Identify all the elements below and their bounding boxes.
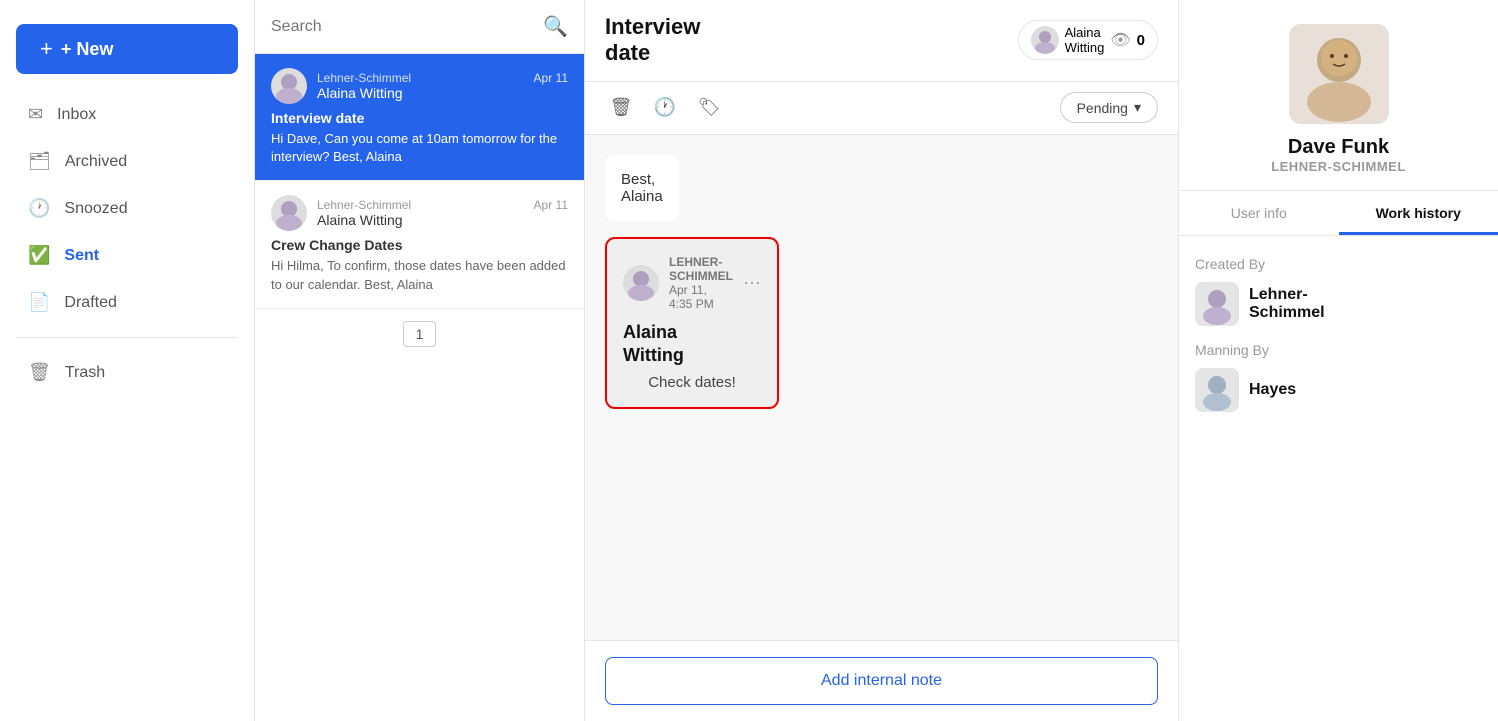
tab-user-info-label: User info <box>1231 205 1287 221</box>
tab-user-info[interactable]: User info <box>1179 191 1339 235</box>
status-button[interactable]: Pending ▾ <box>1060 92 1158 123</box>
msg-subject-2: Crew Change Dates <box>271 237 568 253</box>
sidebar-label-inbox: Inbox <box>57 106 96 124</box>
chevron-down-icon: ▾ <box>1134 99 1141 116</box>
msg-subject-1: Interview date <box>271 110 568 126</box>
sent-icon: ✅ <box>28 245 50 266</box>
manning-by-label: Manning By <box>1195 342 1482 358</box>
sidebar-item-inbox[interactable]: ✉ Inbox <box>8 92 246 137</box>
card-avatar <box>623 265 659 301</box>
main-content: Interviewdate AlainaWitting 👁 0 🗑 🕐 🏷 Pe… <box>585 0 1178 721</box>
msg-preview-2: Hi Hilma, To confirm, those dates have b… <box>271 257 568 293</box>
search-bar: 🔍 <box>255 0 584 54</box>
tabs-bar: User info Work history <box>1179 191 1498 236</box>
created-by-label: Created By <box>1195 256 1482 272</box>
msg-header-2: Lehner-Schimmel Apr 11 Alaina Witting <box>271 195 568 231</box>
msg-meta-1: Lehner-Schimmel Apr 11 Alaina Witting <box>317 71 568 101</box>
sidebar-label-sent: Sent <box>64 247 99 265</box>
sidebar-nav: ✉ Inbox 🗂 Archived 🕐 Snoozed ✅ Sent 📄 Dr… <box>0 90 254 397</box>
search-icon[interactable]: 🔍 <box>543 14 568 39</box>
compose-area: Add internal note <box>585 640 1178 721</box>
profile-company: LEHNER-SCHIMMEL <box>1271 159 1406 174</box>
message-card: LEHNER-SCHIMMEL Apr 11,4:35 PM ··· Alain… <box>605 237 779 409</box>
avatar-1 <box>271 68 307 104</box>
msg-header-1: Lehner-Schimmel Apr 11 Alaina Witting <box>271 68 568 104</box>
card-company: LEHNER-SCHIMMEL <box>669 255 733 283</box>
conversation-header: Interviewdate AlainaWitting 👁 0 <box>585 0 1178 82</box>
messages-area: Best,Alaina LEHNER-SCHIMMEL Apr 11,4:35 … <box>585 135 1178 640</box>
manning-by-user: Hayes <box>1195 368 1482 412</box>
watcher-count: 0 <box>1137 32 1145 49</box>
message-item-2[interactable]: Lehner-Schimmel Apr 11 Alaina Witting Cr… <box>255 181 584 308</box>
created-by-avatar <box>1195 282 1239 326</box>
created-by-user: Lehner-Schimmel <box>1195 282 1482 326</box>
conv-title-area: Interviewdate <box>605 14 700 67</box>
sidebar-item-archived[interactable]: 🗂 Archived <box>8 139 246 184</box>
tab-work-history[interactable]: Work history <box>1339 191 1498 235</box>
msg-sender-1: Alaina Witting <box>317 85 568 101</box>
sidebar-item-sent[interactable]: ✅ Sent <box>8 233 246 278</box>
watcher-avatar <box>1031 26 1059 54</box>
add-note-label: Add internal note <box>821 672 942 690</box>
new-button[interactable]: + + New <box>16 24 238 74</box>
created-by-name: Lehner-Schimmel <box>1249 286 1325 322</box>
manning-by-avatar <box>1195 368 1239 412</box>
card-meta: LEHNER-SCHIMMEL Apr 11,4:35 PM <box>669 255 733 311</box>
add-internal-note-button[interactable]: Add internal note <box>605 657 1158 705</box>
message-item-1[interactable]: Lehner-Schimmel Apr 11 Alaina Witting In… <box>255 54 584 181</box>
inbox-icon: ✉ <box>28 104 43 125</box>
drafted-icon: 📄 <box>28 292 50 313</box>
tab-work-history-label: Work history <box>1376 205 1461 221</box>
sidebar-label-snoozed: Snoozed <box>64 200 127 218</box>
archived-icon: 🗂 <box>28 151 51 172</box>
profile-avatar <box>1289 24 1389 124</box>
card-date: Apr 11,4:35 PM <box>669 283 733 311</box>
page-number[interactable]: 1 <box>403 321 437 347</box>
msg-sender-2: Alaina Witting <box>317 212 568 228</box>
msg-date-2: Apr 11 <box>534 198 568 212</box>
sidebar-item-drafted[interactable]: 📄 Drafted <box>8 280 246 325</box>
sidebar-item-trash[interactable]: 🗑 Trash <box>8 350 246 395</box>
msg-date-1: Apr 11 <box>534 71 568 85</box>
sidebar-item-snoozed[interactable]: 🕐 Snoozed <box>8 186 246 231</box>
card-options-icon[interactable]: ··· <box>743 272 761 293</box>
profile-section: Dave Funk LEHNER-SCHIMMEL <box>1179 0 1498 191</box>
card-name: AlainaWitting <box>623 321 761 368</box>
plus-icon: + <box>40 36 53 62</box>
manning-by-name: Hayes <box>1249 381 1296 399</box>
message-list: 🔍 Lehner-Schimmel Apr 11 Alaina Witting … <box>255 0 585 721</box>
watcher-name: AlainaWitting <box>1065 25 1105 55</box>
msg-preview-1: Hi Dave, Can you come at 10am tomorrow f… <box>271 130 568 166</box>
pagination: 1 <box>255 309 584 359</box>
status-label: Pending <box>1077 100 1128 116</box>
msg-company-1: Lehner-Schimmel <box>317 71 411 85</box>
new-button-label: + New <box>61 39 114 60</box>
sidebar-divider <box>16 337 238 338</box>
message-text: Best,Alaina <box>621 171 663 205</box>
snooze-toolbar-icon[interactable]: 🕐 <box>649 92 681 124</box>
conv-toolbar: 🗑 🕐 🏷 Pending ▾ <box>585 82 1178 135</box>
panel-content: Created By Lehner-Schimmel Manning By Ha… <box>1179 236 1498 721</box>
trash-icon: 🗑 <box>28 362 51 383</box>
tag-toolbar-icon[interactable]: 🏷 <box>693 92 725 124</box>
msg-meta-2: Lehner-Schimmel Apr 11 Alaina Witting <box>317 198 568 228</box>
eye-icon: 👁 <box>1110 30 1130 50</box>
conv-watchers: AlainaWitting 👁 0 <box>1018 20 1158 60</box>
right-panel: Dave Funk LEHNER-SCHIMMEL User info Work… <box>1178 0 1498 721</box>
search-input[interactable] <box>271 18 533 36</box>
archive-toolbar-icon[interactable]: 🗑 <box>605 92 637 124</box>
profile-name: Dave Funk <box>1288 136 1389 159</box>
conversation-title: Interviewdate <box>605 14 700 67</box>
message-card-header: LEHNER-SCHIMMEL Apr 11,4:35 PM ··· <box>623 255 761 311</box>
msg-company-2: Lehner-Schimmel <box>317 198 411 212</box>
avatar-2 <box>271 195 307 231</box>
sidebar: + + New ✉ Inbox 🗂 Archived 🕐 Snoozed ✅ S… <box>0 0 255 721</box>
sidebar-label-drafted: Drafted <box>64 294 116 312</box>
card-body: Check dates! <box>623 374 761 391</box>
snoozed-icon: 🕐 <box>28 198 50 219</box>
sidebar-label-archived: Archived <box>65 153 127 171</box>
message-bubble: Best,Alaina <box>605 155 679 221</box>
sidebar-label-trash: Trash <box>65 364 105 382</box>
